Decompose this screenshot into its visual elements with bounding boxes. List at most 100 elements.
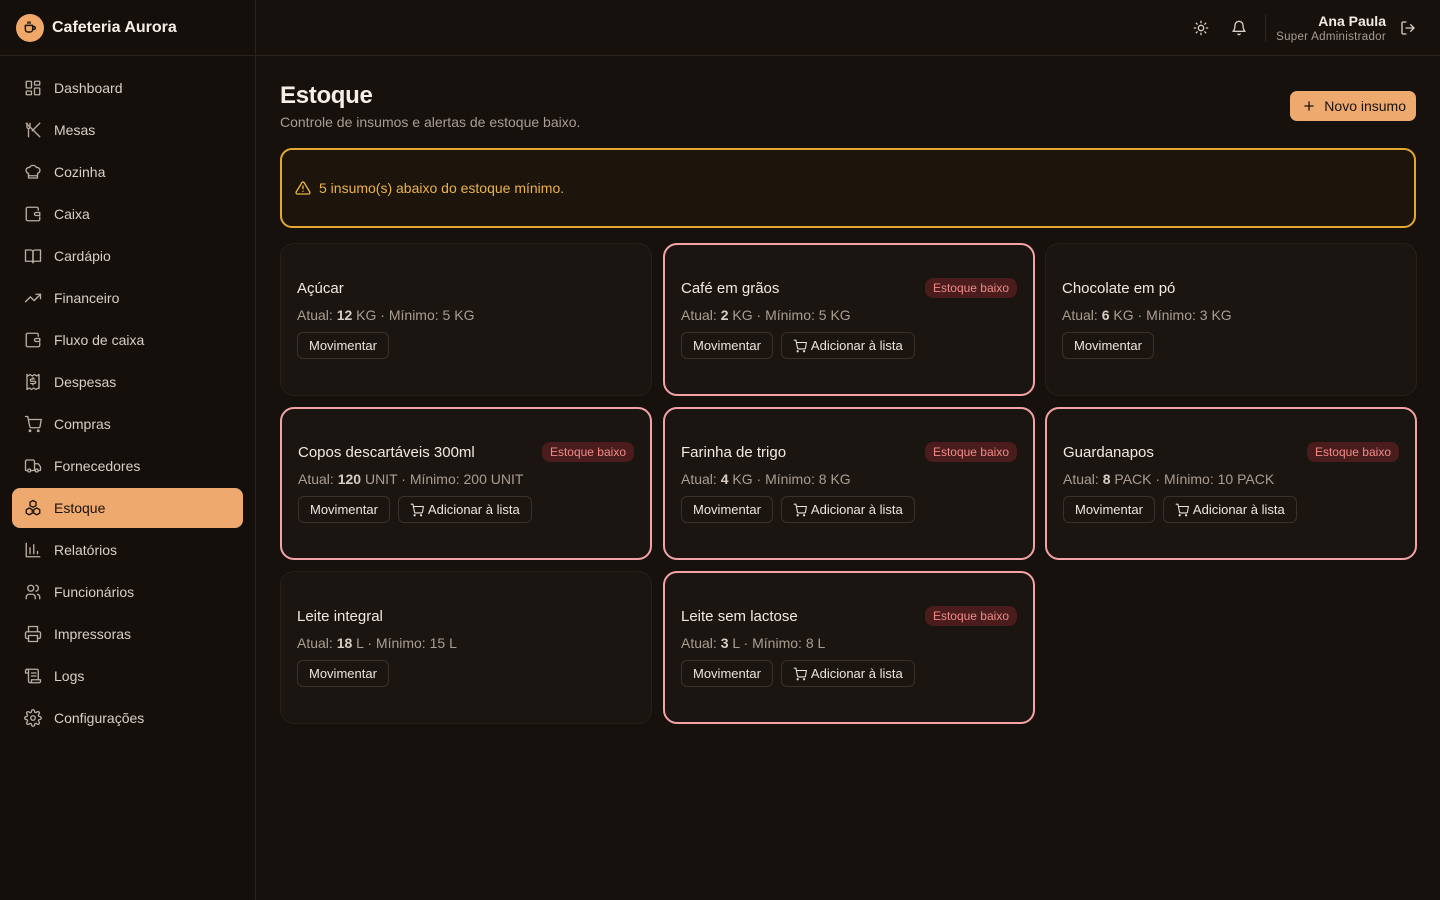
users-icon: [24, 583, 42, 601]
cart-icon: [793, 503, 807, 517]
add-to-list-button[interactable]: Adicionar à lista: [780, 332, 915, 359]
current-value: 120: [337, 471, 362, 487]
add-to-list-button[interactable]: Adicionar à lista: [1162, 496, 1297, 523]
sidebar-item-funcionarios[interactable]: Funcionários: [12, 572, 243, 612]
add-to-list-button[interactable]: Adicionar à lista: [780, 496, 915, 523]
sidebar-item-compras[interactable]: Compras: [12, 404, 243, 444]
cart-icon: [793, 339, 807, 353]
sidebar-item-fluxo-de-caixa[interactable]: Fluxo de caixa: [12, 320, 243, 360]
user-info: Ana Paula Super Administrador: [1276, 13, 1386, 43]
card-actions: Movimentar Adicionar à lista: [298, 496, 532, 523]
card-actions: Movimentar Adicionar à lista: [681, 660, 915, 687]
move-button[interactable]: Movimentar: [1063, 496, 1155, 523]
move-button[interactable]: Movimentar: [297, 332, 389, 359]
sidebar-item-label: Caixa: [54, 206, 90, 222]
sidebar-item-mesas[interactable]: Mesas: [12, 110, 243, 150]
current-label: Atual:: [681, 635, 717, 651]
boxes-icon: [24, 499, 42, 517]
sidebar-nav: Dashboard Mesas Cozinha Caixa Cardápio Financ…: [0, 56, 255, 752]
book-icon: [24, 247, 42, 265]
current-label: Atual:: [681, 471, 717, 487]
sidebar-item-caixa[interactable]: Caixa: [12, 194, 243, 234]
sidebar-item-label: Despesas: [54, 374, 117, 390]
sidebar-item-label: Fluxo de caixa: [54, 332, 145, 348]
add-to-list-button[interactable]: Adicionar à lista: [780, 660, 915, 687]
card-actions: Movimentar Adicionar à lista: [681, 332, 915, 359]
minimum-label: Mínimo:: [409, 471, 460, 487]
minimum-unit: UNIT: [490, 471, 524, 487]
supply-levels: Atual: 2 KG · Mínimo: 5 KG: [681, 307, 851, 323]
supply-card: Copos descartáveis 300ml Estoque baixo Atu…: [280, 407, 652, 560]
current-value: 18: [336, 635, 353, 651]
supply-levels: Atual: 18 L · Mínimo: 15 L: [297, 635, 457, 651]
page-title: Estoque: [280, 82, 373, 109]
current-value: 2: [720, 307, 729, 323]
minimum-label: Mínimo:: [765, 307, 815, 323]
move-button[interactable]: Movimentar: [297, 660, 389, 687]
cart-icon: [793, 667, 807, 681]
current-unit: L: [732, 635, 740, 651]
current-label: Atual:: [297, 635, 333, 651]
low-stock-badge: Estoque baixo: [1306, 442, 1399, 462]
supply-levels: Atual: 8 PACK · Mínimo: 10 PACK: [1063, 471, 1275, 487]
dashboard-icon: [24, 79, 42, 97]
sidebar-item-despesas[interactable]: Despesas: [12, 362, 243, 402]
sidebar-item-cozinha[interactable]: Cozinha: [12, 152, 243, 192]
supply-name: Guardanapos: [1063, 444, 1154, 461]
current-label: Atual:: [297, 307, 333, 323]
minimum-label: Mínimo:: [752, 635, 802, 651]
brand-name: Cafeteria Aurora: [52, 18, 177, 36]
supply-card: Guardanapos Estoque baixo Atual: 8 PACK · …: [1045, 407, 1417, 560]
supply-name: Copos descartáveis 300ml: [298, 444, 475, 461]
sidebar-item-estoque[interactable]: Estoque: [12, 488, 243, 528]
user-role: Super Administrador: [1276, 30, 1386, 43]
supply-card: Leite integral Atual: 18 L · Mínimo: 15 L…: [280, 571, 652, 724]
coffee-cup-icon: [16, 13, 44, 42]
sidebar-item-fornecedores[interactable]: Fornecedores: [12, 446, 243, 486]
current-label: Atual:: [1062, 307, 1098, 323]
sun-icon[interactable]: [1191, 18, 1211, 38]
sidebar-item-label: Cardápio: [54, 248, 111, 264]
move-button[interactable]: Movimentar: [681, 496, 773, 523]
sidebar-item-configuracoes[interactable]: Configurações: [12, 698, 243, 738]
add-to-list-label: Adicionar à lista: [810, 338, 903, 353]
move-button[interactable]: Movimentar: [681, 660, 773, 687]
move-button[interactable]: Movimentar: [1062, 332, 1154, 359]
bar-chart-icon: [24, 541, 42, 559]
bell-icon[interactable]: [1229, 18, 1249, 38]
new-supply-button[interactable]: Novo insumo: [1290, 91, 1416, 121]
current-value: 4: [720, 471, 729, 487]
add-to-list-label: Adicionar à lista: [810, 666, 903, 681]
wallet-icon: [24, 331, 42, 349]
sidebar-item-logs[interactable]: Logs: [12, 656, 243, 696]
current-unit: L: [356, 635, 364, 651]
minimum-label: Mínimo:: [1163, 471, 1214, 487]
topbar: Ana Paula Super Administrador: [256, 0, 1440, 56]
sidebar-item-label: Logs: [54, 668, 85, 684]
minimum-label: Mínimo:: [375, 635, 426, 651]
minimum-value: 8: [818, 471, 827, 487]
logout-icon[interactable]: [1398, 18, 1418, 38]
sidebar-item-label: Estoque: [54, 500, 106, 516]
supply-name: Chocolate em pó: [1062, 280, 1176, 297]
sidebar-item-cardapio[interactable]: Cardápio: [12, 236, 243, 276]
minimum-unit: KG: [830, 471, 851, 487]
trending-up-icon: [24, 289, 42, 307]
supply-levels: Atual: 120 UNIT · Mínimo: 200 UNIT: [298, 471, 524, 487]
current-value: 12: [336, 307, 353, 323]
add-to-list-label: Adicionar à lista: [810, 502, 903, 517]
gear-icon: [24, 709, 42, 727]
sidebar-item-dashboard[interactable]: Dashboard: [12, 68, 243, 108]
sidebar-item-impressoras[interactable]: Impressoras: [12, 614, 243, 654]
brand[interactable]: Cafeteria Aurora: [0, 0, 255, 56]
cart-icon: [1175, 503, 1189, 517]
card-actions: Movimentar Adicionar à lista: [1063, 496, 1297, 523]
sidebar-item-relatorios[interactable]: Relatórios: [12, 530, 243, 570]
sidebar-item-financeiro[interactable]: Financeiro: [12, 278, 243, 318]
move-button[interactable]: Movimentar: [681, 332, 773, 359]
minimum-value: 200: [463, 471, 487, 487]
move-button[interactable]: Movimentar: [298, 496, 390, 523]
sidebar-item-label: Relatórios: [54, 542, 118, 558]
add-to-list-button[interactable]: Adicionar à lista: [397, 496, 532, 523]
supply-card: Açúcar Atual: 12 KG · Mínimo: 5 KG Movimen…: [280, 243, 652, 396]
